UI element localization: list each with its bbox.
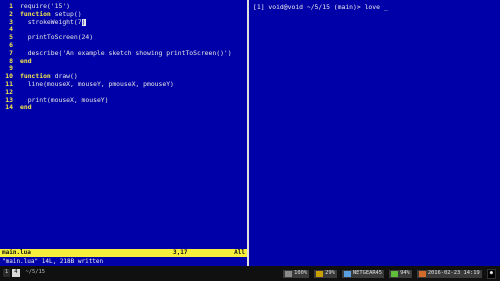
line-text: print(mouseX, mouseY) [20, 95, 109, 105]
text-cursor: ) [81, 17, 86, 27]
code-line[interactable]: 8 end [2, 56, 247, 66]
line-text: describe('An example sketch showing prin… [20, 48, 232, 58]
tmux-status-mem: 29% [314, 270, 337, 278]
line-text: end [20, 103, 32, 112]
code-token: describe('An example sketch showing prin… [20, 48, 232, 57]
line-text: end [20, 56, 32, 66]
shell-prompt[interactable]: [1] void@void ~/5/15 (main)> love _ [253, 3, 388, 12]
code-line[interactable]: 14 end [2, 103, 247, 112]
keyword-token: function [20, 72, 55, 81]
tmux-status-text: ● [489, 270, 493, 277]
vim-message-line: "main.lua" 14L, 218B written [2, 258, 104, 265]
tmux-status-clk: 2016-02-23 14:19 [416, 270, 482, 278]
code-token: printToScreen(24) [20, 33, 94, 42]
code-line[interactable]: 5 printToScreen(24) [2, 33, 247, 42]
line-text: strokeWeight(7) [20, 17, 86, 27]
tmux-status-bat: 94% [389, 270, 412, 278]
tmux-active-window[interactable]: 4 [12, 269, 20, 277]
cpu-icon [285, 271, 293, 277]
tmux-status-text: NETGEAR45 [352, 270, 383, 277]
tmux-status-net: NETGEAR45 [341, 270, 385, 278]
terminal-pane[interactable]: [1] void@void ~/5/15 (main)> love _ [249, 0, 500, 266]
line-text: printToScreen(24) [20, 33, 94, 42]
code-token: line(mouseX, mouseY, pmouseX, pmouseY) [20, 79, 174, 88]
tmux-path: ~/5/15 [25, 269, 45, 276]
line-number: 14 [5, 103, 13, 112]
code-line[interactable]: 13 print(mouseX, mouseY) [2, 95, 247, 105]
tmux-status-bar: 1 4 ~/5/15 100% 29% NETGEAR45 94% 2016-02-23… [0, 266, 500, 281]
tmux-status-text: 29% [325, 270, 335, 277]
vim-status-line: main.lua 3,17 All [0, 249, 247, 257]
clk-icon [418, 271, 426, 277]
keyword-token: end [20, 103, 32, 112]
code-token: print(mouseX, mouseY) [20, 95, 109, 104]
status-scroll: All [234, 249, 245, 257]
keyword-token: end [20, 56, 32, 65]
tmux-status-blk: ● [486, 269, 496, 279]
code-line[interactable]: 3 strokeWeight(7) [2, 17, 247, 27]
status-filename: main.lua [2, 249, 31, 257]
code-line[interactable]: 11 line(mouseX, mouseY, pmouseX, pmouseY… [2, 79, 247, 89]
bat-icon [391, 271, 399, 277]
code-area[interactable]: 1 require('15') 2 function setup() 3 strokeW… [2, 2, 247, 112]
vim-editor-pane[interactable]: 1 require('15') 2 function setup() 3 strokeW… [0, 0, 247, 266]
mem-icon [316, 271, 324, 277]
code-token: strokeWeight(7 [20, 17, 82, 26]
tmux-status-text: 2016-02-23 14:19 [427, 270, 480, 277]
line-text: line(mouseX, mouseY, pmouseX, pmouseY) [20, 79, 174, 89]
tmux-status-text: 94% [400, 270, 410, 277]
code-token: draw() [54, 72, 78, 81]
tmux-status-right: 100% 29% NETGEAR45 94% 2016-02-23 14:19 ● [283, 269, 496, 279]
tmux-session-index[interactable]: 1 [3, 269, 11, 277]
tmux-status-cpu: 100% [283, 270, 310, 278]
code-line[interactable]: 7 describe('An example sketch showing pr… [2, 48, 247, 58]
tmux-status-text: 100% [294, 270, 308, 277]
code-token: require('15') [20, 2, 71, 10]
keyword-token: function [20, 9, 55, 18]
status-cursor-position: 3,17 [173, 249, 188, 257]
code-token: setup() [54, 9, 82, 18]
net-icon [343, 271, 351, 277]
